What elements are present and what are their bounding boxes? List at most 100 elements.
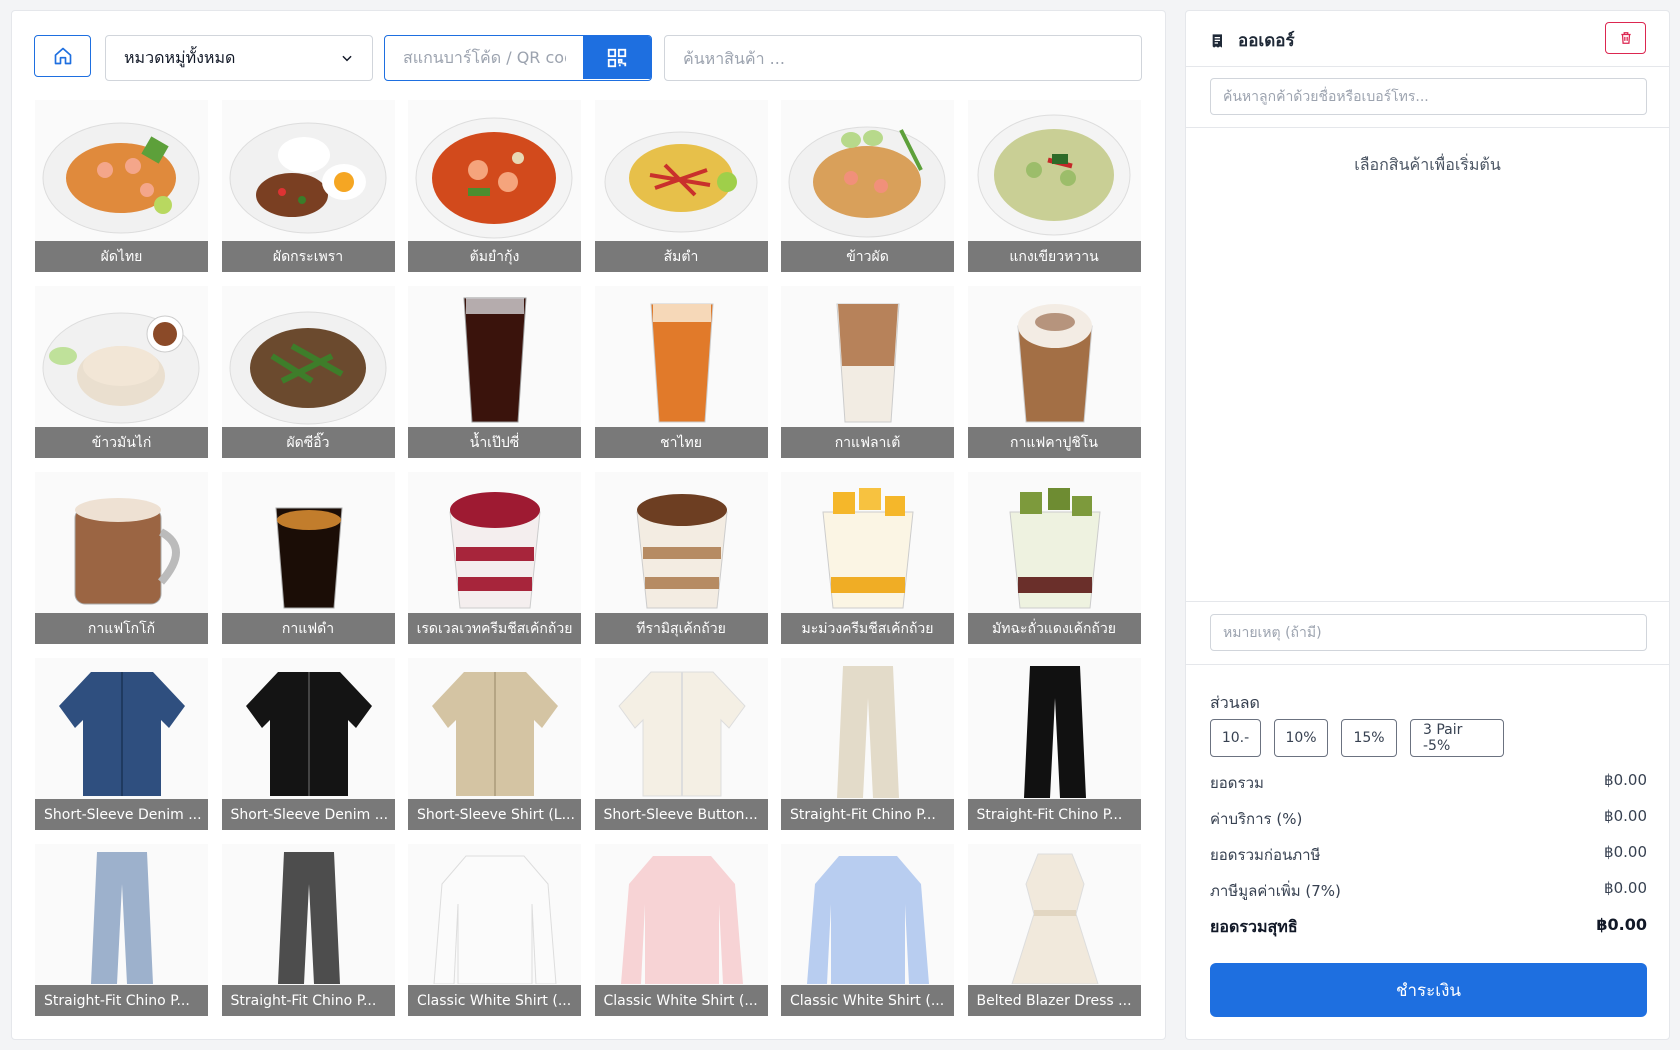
product-tile[interactable]: Straight-Fit Chino P... xyxy=(35,844,208,1016)
product-tile[interactable]: กาแฟคาปูชิโน xyxy=(967,286,1141,458)
product-name: กาแฟคาปูชิโน xyxy=(967,427,1141,458)
order-note-input[interactable] xyxy=(1210,614,1647,651)
order-title: ออเดอร์ xyxy=(1210,27,1295,54)
product-name: Short-Sleeve Denim ... xyxy=(221,799,395,830)
product-name: ทีรามิสุเค้กถ้วย xyxy=(594,613,768,644)
product-image xyxy=(449,492,541,609)
product-tile[interactable]: Belted Blazer Dress ... xyxy=(967,844,1141,1016)
category-select-value: หมวดหมู่ทั้งหมด xyxy=(124,47,236,67)
product-name: ข้าวผัด xyxy=(781,241,954,272)
product-panel: หมวดหมู่ทั้งหมด ผัดไทย ผัดกระเพรา ต้มยำกุ้… xyxy=(11,10,1166,1040)
product-tile[interactable]: ทีรามิสุเค้กถ้วย xyxy=(594,472,768,644)
discount-title: ส่วนลด xyxy=(1210,693,1260,712)
category-select[interactable]: หมวดหมู่ทั้งหมด xyxy=(105,35,373,81)
product-name: Straight-Fit Chino P... xyxy=(781,799,954,830)
product-tile[interactable]: มัทฉะถั่วแดงเค้กถ้วย xyxy=(967,472,1141,644)
product-image xyxy=(59,672,185,796)
customer-search-input[interactable] xyxy=(1210,78,1647,115)
product-name: Classic White Shirt (... xyxy=(594,985,768,1016)
product-tile[interactable]: Classic White Shirt (... xyxy=(408,844,581,1016)
product-name: ผัดไทย xyxy=(35,241,208,272)
product-name: เรดเวลเวทครีมชีสเค้กถ้วย xyxy=(408,613,581,644)
product-name: แกงเขียวหวาน xyxy=(967,241,1141,272)
product-tile[interactable]: Straight-Fit Chino P... xyxy=(221,844,395,1016)
product-tile[interactable]: ต้มยำกุ้ง xyxy=(408,100,581,272)
product-tile[interactable]: Straight-Fit Chino P... xyxy=(967,658,1141,830)
product-name: Short-Sleeve Shirt (L... xyxy=(408,799,581,830)
product-tile[interactable]: น้ำเป๊ปซี่ xyxy=(408,286,581,458)
home-icon xyxy=(54,47,71,65)
service-label: ค่าบริการ (%) xyxy=(1210,810,1303,828)
product-name: ผัดซีอิ๊ว xyxy=(221,427,395,458)
chevron-down-icon xyxy=(342,55,352,62)
total-row: ยอดรวมสุทธิ ฿0.00 xyxy=(1210,915,1647,940)
product-tile[interactable]: Classic White Shirt (... xyxy=(781,844,954,1016)
product-name: ผัดกระเพรา xyxy=(221,241,395,272)
product-tile[interactable]: กาแฟลาเต้ xyxy=(781,286,954,458)
product-image xyxy=(822,488,914,609)
pretax-value: ฿0.00 xyxy=(1604,843,1647,861)
product-tile[interactable]: Straight-Fit Chino P... xyxy=(781,658,954,830)
product-image xyxy=(42,122,200,234)
product-tile[interactable]: ผัดไทย xyxy=(35,100,208,272)
product-image xyxy=(229,311,386,425)
product-name: Straight-Fit Chino P... xyxy=(967,799,1141,830)
product-name: Straight-Fit Chino P... xyxy=(35,985,208,1016)
product-tile[interactable]: ข้าวมันไก่ xyxy=(35,286,208,458)
product-image xyxy=(463,297,527,423)
home-button[interactable] xyxy=(34,35,91,77)
product-tile[interactable]: Short-Sleeve Denim ... xyxy=(35,658,208,830)
receipt-icon xyxy=(1212,33,1222,48)
clear-order-button[interactable] xyxy=(1605,22,1646,54)
discount-buttons: 10.- 10% 15% 3 Pair -5% xyxy=(1210,719,1504,757)
product-image xyxy=(807,856,929,984)
product-tile[interactable]: แกงเขียวหวาน xyxy=(967,100,1141,272)
product-tile[interactable]: ข้าวผัด xyxy=(781,100,954,272)
product-tile[interactable]: ชาไทย xyxy=(594,286,768,458)
product-tile[interactable]: กาแฟโกโก้ xyxy=(35,472,208,644)
product-name: ข้าวมันไก่ xyxy=(35,427,208,458)
product-tile[interactable]: เรดเวลเวทครีมชีสเค้กถ้วย xyxy=(408,472,581,644)
product-image xyxy=(604,131,757,233)
order-header: ออเดอร์ xyxy=(1186,11,1669,67)
product-toolbar: หมวดหมู่ทั้งหมด xyxy=(34,35,1142,81)
product-tile[interactable]: Classic White Shirt (... xyxy=(594,844,768,1016)
divider xyxy=(1186,664,1669,665)
discount-button[interactable]: 10% xyxy=(1274,719,1328,757)
product-image xyxy=(74,498,180,605)
service-row: ค่าบริการ (%) ฿0.00 xyxy=(1210,807,1647,831)
product-tile[interactable]: มะม่วงครีมชีสเค้กถ้วย xyxy=(781,472,954,644)
qr-code-icon xyxy=(607,48,627,67)
product-tile[interactable]: กาแฟดำ xyxy=(221,472,395,644)
barcode-input[interactable] xyxy=(385,36,584,79)
product-image xyxy=(432,672,558,796)
product-name: มะม่วงครีมชีสเค้กถ้วย xyxy=(781,613,954,644)
product-tile[interactable]: Short-Sleeve Denim ... xyxy=(221,658,395,830)
discount-button[interactable]: 10.- xyxy=(1210,719,1261,757)
product-name: Classic White Shirt (... xyxy=(781,985,954,1016)
qr-scan-button[interactable] xyxy=(583,36,651,79)
product-image xyxy=(229,122,386,234)
product-image xyxy=(635,494,728,609)
product-name: ส้มตำ xyxy=(594,241,768,272)
divider xyxy=(1186,127,1669,128)
product-image xyxy=(433,855,557,984)
product-tile[interactable]: ผัดซีอิ๊ว xyxy=(221,286,395,458)
product-image xyxy=(245,672,372,796)
product-tile[interactable]: ส้มตำ xyxy=(594,100,768,272)
discount-button[interactable]: 3 Pair -5% xyxy=(1410,719,1504,757)
product-name: กาแฟดำ xyxy=(221,613,395,644)
pay-button[interactable]: ชำระเงิน xyxy=(1210,963,1647,1017)
service-value: ฿0.00 xyxy=(1604,807,1647,825)
subtotal-label: ยอดรวม xyxy=(1210,774,1264,792)
product-tile[interactable]: ผัดกระเพรา xyxy=(221,100,395,272)
product-tile[interactable]: Short-Sleeve Button... xyxy=(594,658,768,830)
vat-row: ภาษีมูลค่าเพิ่ม (7%) ฿0.00 xyxy=(1210,879,1647,903)
product-name: Belted Blazer Dress ... xyxy=(967,985,1141,1016)
product-image xyxy=(620,856,743,984)
product-tile[interactable]: Short-Sleeve Shirt (L... xyxy=(408,658,581,830)
product-image xyxy=(274,507,343,609)
product-search-input[interactable] xyxy=(664,35,1142,81)
discount-button[interactable]: 15% xyxy=(1341,719,1397,757)
product-image xyxy=(1010,853,1099,984)
